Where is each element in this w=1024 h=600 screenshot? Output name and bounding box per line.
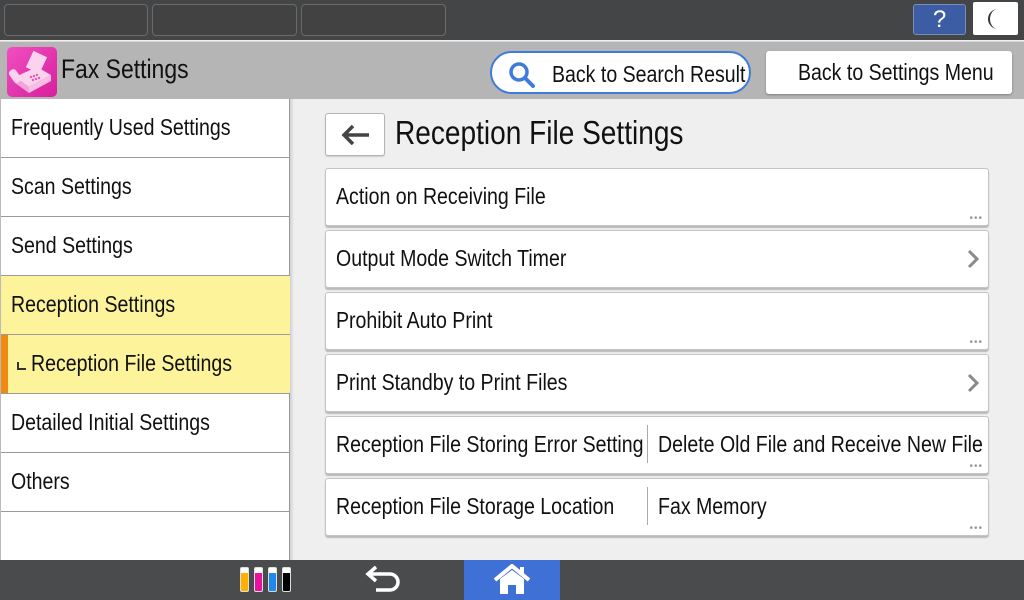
back-button[interactable] (325, 113, 385, 156)
setting-label: Reception File Storage Location (336, 493, 615, 519)
selected-indicator-bar (1, 335, 8, 393)
setting-row-reception-file-storing-error-setting[interactable]: Reception File Storing Error Setting Del… (325, 416, 989, 474)
setting-row-reception-file-storage-location[interactable]: Reception File Storage Location Fax Memo… (325, 478, 989, 536)
left-arrow-icon (341, 124, 369, 146)
back-to-settings-menu-label: Back to Settings Menu (798, 59, 994, 85)
sidebar-item-reception-file-settings[interactable]: Reception File Settings (1, 335, 290, 394)
setting-value: Delete Old File and Receive New File (658, 431, 983, 457)
more-options-icon: ••• (969, 337, 983, 348)
setting-label: Output Mode Switch Timer (336, 245, 567, 271)
sidebar-item-reception-settings[interactable]: Reception Settings (1, 276, 290, 335)
top-status-bar: ? (0, 0, 1024, 40)
row-divider (647, 425, 648, 463)
sub-item-corner-icon (17, 362, 26, 370)
toner-magenta-icon[interactable] (254, 567, 263, 592)
chevron-right-icon (967, 373, 979, 393)
setting-label: Action on Receiving File (336, 183, 546, 209)
sidebar-item-others[interactable]: Others (1, 453, 290, 512)
more-options-icon: ••• (969, 523, 983, 534)
sidebar-item-send-settings[interactable]: Send Settings (1, 217, 290, 276)
question-mark-icon: ? (932, 6, 947, 33)
toner-cyan-icon[interactable] (268, 567, 277, 592)
toner-yellow-icon[interactable] (240, 567, 249, 592)
back-to-search-result-label: Back to Search Result (552, 61, 746, 87)
setting-row-print-standby-to-print-files[interactable]: Print Standby to Print Files (325, 354, 989, 412)
back-to-search-result-button[interactable]: Back to Search Result (490, 51, 751, 94)
more-options-icon: ••• (969, 461, 983, 472)
sidebar-item-scan-settings[interactable]: Scan Settings (1, 158, 290, 217)
home-icon (493, 564, 531, 594)
page-title: Reception File Settings (395, 114, 684, 151)
sidebar-item-label: Send Settings (11, 232, 133, 258)
more-options-icon: ••• (969, 213, 983, 224)
app-header: Fax Settings Back to Search Result Back … (0, 41, 1024, 99)
setting-row-output-mode-switch-timer[interactable]: Output Mode Switch Timer (325, 230, 989, 288)
setting-value: Fax Memory (658, 493, 767, 519)
toner-black-icon[interactable] (282, 567, 291, 592)
top-slot-2[interactable] (152, 4, 297, 36)
settings-category-sidebar: Frequently Used Settings Scan Settings S… (0, 99, 290, 560)
back-to-settings-menu-button[interactable]: Back to Settings Menu (766, 51, 1012, 94)
help-button[interactable]: ? (913, 4, 966, 35)
undo-button[interactable] (362, 563, 406, 597)
sidebar-item-label: Scan Settings (11, 173, 132, 199)
setting-label: Print Standby to Print Files (336, 369, 568, 395)
fax-machine-icon (7, 47, 57, 97)
sidebar-item-label: Reception File Settings (31, 350, 233, 376)
app-title: Fax Settings (61, 54, 189, 84)
moon-icon (988, 9, 998, 29)
home-button[interactable] (464, 560, 560, 600)
sidebar-item-label: Frequently Used Settings (11, 114, 231, 140)
undo-arrow-icon (365, 565, 400, 592)
row-divider (647, 487, 648, 525)
energy-saver-button[interactable] (973, 2, 1018, 35)
sidebar-item-frequently-used-settings[interactable]: Frequently Used Settings (1, 99, 290, 158)
top-slot-3[interactable] (301, 4, 446, 36)
sidebar-item-detailed-initial-settings[interactable]: Detailed Initial Settings (1, 394, 290, 453)
setting-row-prohibit-auto-print[interactable]: Prohibit Auto Print ••• (325, 292, 989, 350)
setting-label: Prohibit Auto Print (336, 307, 493, 333)
sidebar-shadow (290, 99, 294, 560)
sidebar-item-label: Detailed Initial Settings (11, 409, 210, 435)
magnifier-icon (509, 62, 535, 88)
setting-row-action-on-receiving-file[interactable]: Action on Receiving File ••• (325, 168, 989, 226)
setting-label: Reception File Storing Error Setting (336, 431, 644, 457)
chevron-right-icon (967, 249, 979, 269)
sidebar-item-label: Reception Settings (11, 291, 176, 317)
sidebar-item-label: Others (11, 468, 70, 494)
top-slot-1[interactable] (4, 4, 148, 36)
